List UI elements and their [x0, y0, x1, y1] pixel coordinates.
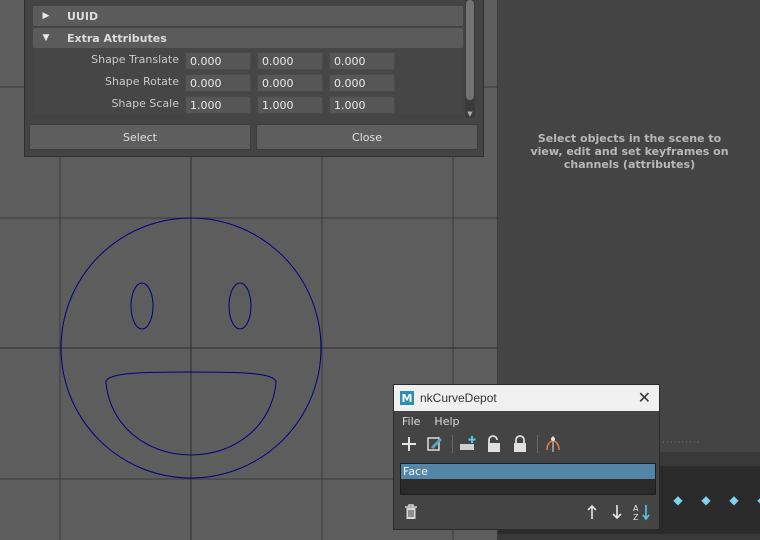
- channel-box-message: Select objects in the scene to view, edi…: [530, 132, 729, 171]
- edit-icon[interactable]: [424, 434, 446, 454]
- attribute-editor-scrollbar[interactable]: ▼: [465, 0, 475, 118]
- shape-rotate-z-field[interactable]: 0.000: [329, 74, 395, 92]
- shape-translate-row: Shape Translate 0.000 0.000 0.000: [33, 52, 463, 70]
- shape-scale-y-field[interactable]: 1.000: [257, 96, 323, 114]
- trash-icon[interactable]: [402, 503, 420, 521]
- attribute-editor-buttons: Select Close: [29, 124, 479, 152]
- add-icon[interactable]: [398, 434, 420, 454]
- shape-rotate-y-field[interactable]: 0.000: [257, 74, 323, 92]
- scrollbar-thumb[interactable]: [466, 0, 474, 100]
- close-button[interactable]: Close: [256, 124, 478, 150]
- curve-list[interactable]: Face: [400, 463, 656, 495]
- window-titlebar[interactable]: M nkCurveDepot ✕: [394, 385, 659, 411]
- right-eye-curve: [228, 282, 252, 330]
- key-buttons: ◆ ◆ ◆ ◆: [668, 493, 760, 507]
- shape-translate-label: Shape Translate: [91, 53, 179, 66]
- shape-scale-label: Shape Scale: [111, 97, 179, 110]
- section-extra-attributes[interactable]: ▼ Extra Attributes: [33, 28, 463, 48]
- window-title: nkCurveDepot: [420, 391, 497, 405]
- select-button[interactable]: Select: [29, 124, 251, 150]
- maya-logo-icon: M: [400, 391, 414, 405]
- sort-az-icon[interactable]: AZ: [632, 503, 650, 521]
- depot-bottom-bar: AZ: [394, 501, 659, 523]
- key-icon[interactable]: ◆: [752, 493, 760, 507]
- shape-rotate-row: Shape Rotate 0.000 0.000 0.000: [33, 74, 463, 92]
- prev-key-icon[interactable]: ◆: [668, 493, 688, 507]
- collapse-triangle-icon: ▼: [42, 33, 50, 43]
- arrow-down-icon[interactable]: [608, 503, 626, 521]
- unlock-icon[interactable]: [483, 434, 505, 454]
- depot-toolbar: [398, 433, 568, 455]
- section-extra-attributes-label: Extra Attributes: [67, 31, 167, 45]
- shape-translate-z-field[interactable]: 0.000: [329, 52, 395, 70]
- shape-rotate-label: Shape Rotate: [105, 75, 179, 88]
- expand-triangle-icon: ▶: [42, 11, 50, 21]
- shape-scale-z-field[interactable]: 1.000: [329, 96, 395, 114]
- list-item-selected[interactable]: Face: [401, 464, 655, 479]
- arrow-up-icon[interactable]: [583, 503, 601, 521]
- next-key-icon[interactable]: ◆: [696, 493, 716, 507]
- add-key-icon[interactable]: ◆: [724, 493, 744, 507]
- shape-scale-x-field[interactable]: 1.000: [185, 96, 251, 114]
- scroll-down-arrow-icon[interactable]: ▼: [465, 110, 475, 118]
- resize-handle[interactable]: ··········: [662, 438, 701, 448]
- shape-scale-row: Shape Scale 1.000 1.000 1.000: [33, 96, 463, 114]
- svg-text:A: A: [633, 504, 639, 513]
- toolbar-separator: [452, 435, 453, 453]
- shape-rotate-x-field[interactable]: 0.000: [185, 74, 251, 92]
- shape-translate-y-field[interactable]: 0.000: [257, 52, 323, 70]
- extra-attributes-body: Shape Translate 0.000 0.000 0.000 Shape …: [33, 48, 463, 114]
- section-uuid[interactable]: ▶ UUID: [33, 6, 463, 26]
- menu-file[interactable]: File: [402, 415, 420, 428]
- close-icon[interactable]: ✕: [638, 388, 651, 407]
- left-eye-curve: [130, 282, 154, 330]
- toolbar-separator: [537, 435, 538, 453]
- attribute-editor: ▶ UUID ▼ Extra Attributes Shape Translat…: [24, 0, 484, 157]
- shape-translate-x-field[interactable]: 0.000: [185, 52, 251, 70]
- svg-text:Z: Z: [633, 513, 639, 521]
- menu-help[interactable]: Help: [434, 415, 459, 428]
- section-uuid-label: UUID: [67, 9, 99, 23]
- mirror-icon[interactable]: [542, 434, 564, 454]
- menu-bar: File Help: [394, 411, 659, 431]
- nkcurvedepot-window: M nkCurveDepot ✕ File Help Face A Z: [393, 384, 660, 530]
- add-shape-icon[interactable]: [457, 434, 479, 454]
- lock-icon[interactable]: [509, 434, 531, 454]
